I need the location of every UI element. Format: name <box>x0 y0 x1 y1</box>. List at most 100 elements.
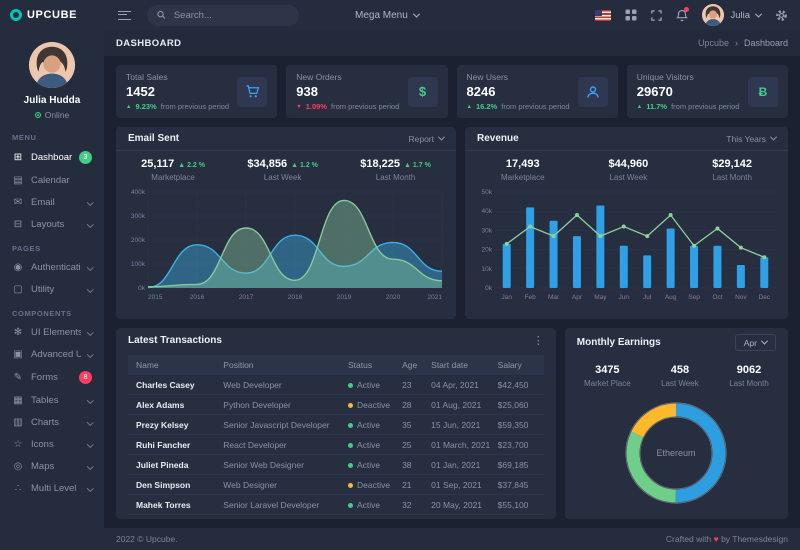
search-box <box>147 5 299 26</box>
sidebar-item-advanced-ui[interactable]: ▣Advanced UI <box>0 343 104 365</box>
sidebar-item-ui-elements[interactable]: ✻UI Elements <box>0 321 104 343</box>
stat-card-delta-value: 16.2% <box>476 102 497 111</box>
stat-card-label: New Users <box>467 72 570 82</box>
utility-icon: ▢ <box>12 284 24 295</box>
earnings-stat-last-month: 9062Last Month <box>729 364 769 388</box>
user-menu[interactable]: Julia <box>702 4 761 26</box>
stat-value-line: $18,225▲ 1.7 % <box>360 158 431 170</box>
svg-text:2015: 2015 <box>148 294 163 301</box>
cell-status: Active <box>340 415 394 435</box>
stat-card-label: Total Sales <box>126 72 229 82</box>
stat-card-value: 29670 <box>637 84 740 99</box>
cell-salary: $55,100 <box>490 495 544 515</box>
sidebar-item-dashboard[interactable]: ⊞Dashboard3 <box>0 145 104 169</box>
email-report-dropdown[interactable]: Report <box>408 134 444 144</box>
search-input[interactable] <box>172 9 289 22</box>
settings-gear-icon[interactable] <box>775 9 788 22</box>
chevron-down-icon <box>761 338 768 345</box>
earnings-stat-last-week: 458Last Week <box>661 364 699 388</box>
revenue-stat-last-month: $29,142Last Month <box>712 158 752 182</box>
cell-salary: $59,350 <box>490 415 544 435</box>
sidebar-item-utility[interactable]: ▢Utility <box>0 278 104 300</box>
email-stat-label: Last Week <box>247 173 318 182</box>
sidebar-item-authentication[interactable]: ◉Authentication <box>0 256 104 278</box>
stat-card-info: New Orders938▼1.09%from previous period <box>296 72 399 111</box>
chevron-down-icon <box>87 264 93 270</box>
tables-icon: ▦ <box>12 395 24 406</box>
kebab-menu-icon[interactable]: ⋮ <box>533 334 544 347</box>
sidebar-item-label: Email <box>31 197 81 208</box>
notifications-bell-icon[interactable] <box>676 9 688 22</box>
fullscreen-icon[interactable] <box>651 10 662 21</box>
sidebar-item-email[interactable]: ✉Email <box>0 191 104 213</box>
revenue-stat-label: Last Week <box>609 173 649 182</box>
revenue-period-dropdown[interactable]: This Years <box>726 134 776 144</box>
svg-text:Feb: Feb <box>525 294 537 301</box>
cell-name: Ruhi Fancher <box>128 435 215 455</box>
maps-icon: ◎ <box>12 461 24 472</box>
month-dropdown[interactable]: Apr <box>735 334 776 351</box>
table-row: Ruhi FancherReact DeveloperActive2501 Ma… <box>128 435 544 455</box>
sidebar-item-label: UI Elements <box>31 327 81 338</box>
stat-card-delta: ▲9.23%from previous period <box>126 102 229 111</box>
stat-card-unique-visitors: Unique Visitors29670▲11.7%from previous … <box>627 65 788 118</box>
brand-logo[interactable]: UPCUBE <box>0 9 104 21</box>
sidebar-item-multi-level[interactable]: ∴Multi Level <box>0 477 104 499</box>
user-name: Julia <box>730 10 750 21</box>
apps-grid-icon[interactable] <box>625 9 637 21</box>
dollar-icon: $ <box>408 77 438 107</box>
status-dot <box>348 463 353 468</box>
sidebar-section-title: MENU <box>0 124 104 145</box>
sidebar-item-tables[interactable]: ▦ Tables <box>0 389 104 411</box>
revenue-stat-value: $44,960 <box>609 158 649 170</box>
stat-value-line: 17,493 <box>501 158 545 170</box>
table-row: Den SimpsonWeb DesignerDeactive2101 Sep,… <box>128 475 544 495</box>
cell-status: Active <box>340 455 394 475</box>
sidebar-item-calendar[interactable]: ▤Calendar <box>0 169 104 191</box>
revenue-stat-marketplace: 17,493Marketplace <box>501 158 545 182</box>
stat-card-delta: ▲11.7%from previous period <box>637 102 740 111</box>
sidebar-item-forms[interactable]: ✎Forms8 <box>0 365 104 389</box>
svg-text:2016: 2016 <box>190 294 205 301</box>
stat-card-delta-value: 11.7% <box>646 102 667 111</box>
svg-text:0k: 0k <box>138 285 146 292</box>
breadcrumb-parent[interactable]: Upcube <box>698 38 729 48</box>
advanced-ui-icon: ▣ <box>12 349 24 360</box>
email-stat-delta: ▲ 2.2 % <box>178 162 205 169</box>
stat-card-new-users: New Users8246▲16.2%from previous period <box>457 65 618 118</box>
sidebar-item-layouts[interactable]: ⊟Layouts <box>0 213 104 235</box>
table-row: Prezy KelseySenior Javascript DeveloperA… <box>128 415 544 435</box>
cell-start-date: 01 Aug, 2021 <box>423 395 490 415</box>
earnings-stat-value: 458 <box>671 364 689 376</box>
svg-text:Jul: Jul <box>643 294 652 301</box>
sidebar-item-label: Maps <box>31 461 81 472</box>
stat-value-line: 458 <box>661 364 699 376</box>
mega-menu-button[interactable]: Mega Menu <box>355 10 419 21</box>
page-title-bar: DASHBOARD Upcube › Dashboard <box>104 30 800 56</box>
language-flag-icon[interactable] <box>595 10 611 21</box>
stat-cards-row: Total Sales1452▲9.23%from previous perio… <box>116 65 788 118</box>
profile-status-label: Online <box>45 110 70 120</box>
cell-age: 23 <box>394 375 423 395</box>
cell-salary: $42,450 <box>490 375 544 395</box>
stat-card-label: New Orders <box>296 72 399 82</box>
sidebar-item-maps[interactable]: ◎ Maps <box>0 455 104 477</box>
charts-icon: ▥ <box>12 417 24 428</box>
profile-name: Julia Hudda <box>0 95 104 106</box>
forms-icon: ✎ <box>12 372 24 383</box>
sidebar-item-icons[interactable]: ☆Icons <box>0 433 104 455</box>
cell-position: Web Designer <box>215 475 340 495</box>
hamburger-menu-icon[interactable] <box>118 11 131 20</box>
sidebar-item-label: Calendar <box>31 175 92 186</box>
cell-age: 32 <box>394 495 423 515</box>
transactions-table: NamePositionStatusAgeStart dateSalary Ch… <box>128 355 544 515</box>
email-stat-label: Last Month <box>360 173 431 182</box>
month-dropdown-label: Apr <box>744 338 757 348</box>
brand-icon <box>10 9 22 21</box>
svg-text:Jan: Jan <box>501 294 512 301</box>
sidebar-item-charts[interactable]: ▥Charts <box>0 411 104 433</box>
sidebar-item-label: Tables <box>31 395 81 406</box>
footer: 2022 © Upcube. Crafted with ♥ by Themesd… <box>104 528 800 550</box>
breadcrumb-current: Dashboard <box>744 38 788 48</box>
sidebar-item-label: Multi Level <box>31 483 81 494</box>
